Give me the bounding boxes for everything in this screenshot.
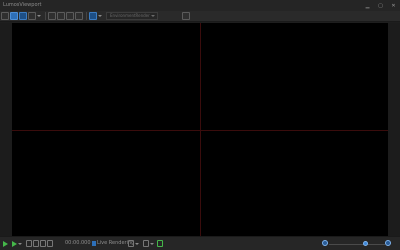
live-rendering-icon xyxy=(92,241,96,246)
move-icon[interactable] xyxy=(10,12,18,20)
zoom-out-icon[interactable] xyxy=(322,240,328,246)
close-icon: ✕ xyxy=(391,2,396,9)
toolbar-separator xyxy=(45,12,46,20)
maximize-icon: ▢ xyxy=(378,2,383,9)
scene-dropdown-caret[interactable] xyxy=(98,12,102,20)
step-forward-icon[interactable] xyxy=(40,240,46,247)
screenshot-icon[interactable] xyxy=(182,12,190,20)
maximize-button[interactable]: ▢ xyxy=(374,0,387,11)
undo-icon[interactable] xyxy=(66,12,74,20)
select-icon[interactable] xyxy=(1,12,9,20)
viewport-area xyxy=(0,23,400,236)
tag-icon[interactable] xyxy=(157,240,163,247)
camera-icon[interactable] xyxy=(48,12,56,20)
monitor-icon[interactable] xyxy=(143,240,149,247)
grid-dropdown-caret[interactable] xyxy=(37,12,41,20)
vertical-guide-line xyxy=(200,23,201,236)
render-viewport[interactable] xyxy=(12,23,388,236)
step-back-icon[interactable] xyxy=(33,240,39,247)
play-dropdown-caret[interactable] xyxy=(18,240,22,248)
zoom-slider-knob[interactable] xyxy=(362,241,368,246)
monitor-dropdown-caret[interactable] xyxy=(150,240,154,248)
window-title: LumosViewport xyxy=(3,2,42,8)
status-bar: 00:00.000 Live Rendering xyxy=(0,236,400,250)
zoom-in-icon[interactable] xyxy=(385,240,391,246)
light-icon[interactable] xyxy=(57,12,65,20)
redo-icon[interactable] xyxy=(75,12,83,20)
rotate-icon[interactable] xyxy=(19,12,27,20)
timecode: 00:00.000 xyxy=(65,240,91,246)
toolbar-separator xyxy=(86,12,87,20)
play-from-icon[interactable] xyxy=(12,241,17,247)
scene-icon[interactable] xyxy=(89,12,97,20)
toolbar: EnvironmentRender xyxy=(0,11,400,22)
play-icon[interactable] xyxy=(3,241,8,247)
title-bar: LumosViewport ▁ ▢ ✕ xyxy=(0,0,400,11)
grid-icon[interactable] xyxy=(28,12,36,20)
zoom-slider-track[interactable] xyxy=(329,244,385,245)
minimize-icon: ▁ xyxy=(365,2,370,9)
minimize-button[interactable]: ▁ xyxy=(361,0,374,11)
brush-dropdown-caret[interactable] xyxy=(135,240,139,248)
rewind-icon[interactable] xyxy=(26,240,32,247)
brush-icon[interactable] xyxy=(128,240,134,247)
close-button[interactable]: ✕ xyxy=(387,0,400,11)
render-mode-select[interactable]: EnvironmentRender xyxy=(106,12,158,20)
fast-forward-icon[interactable] xyxy=(47,240,53,247)
window-controls: ▁ ▢ ✕ xyxy=(361,0,400,11)
